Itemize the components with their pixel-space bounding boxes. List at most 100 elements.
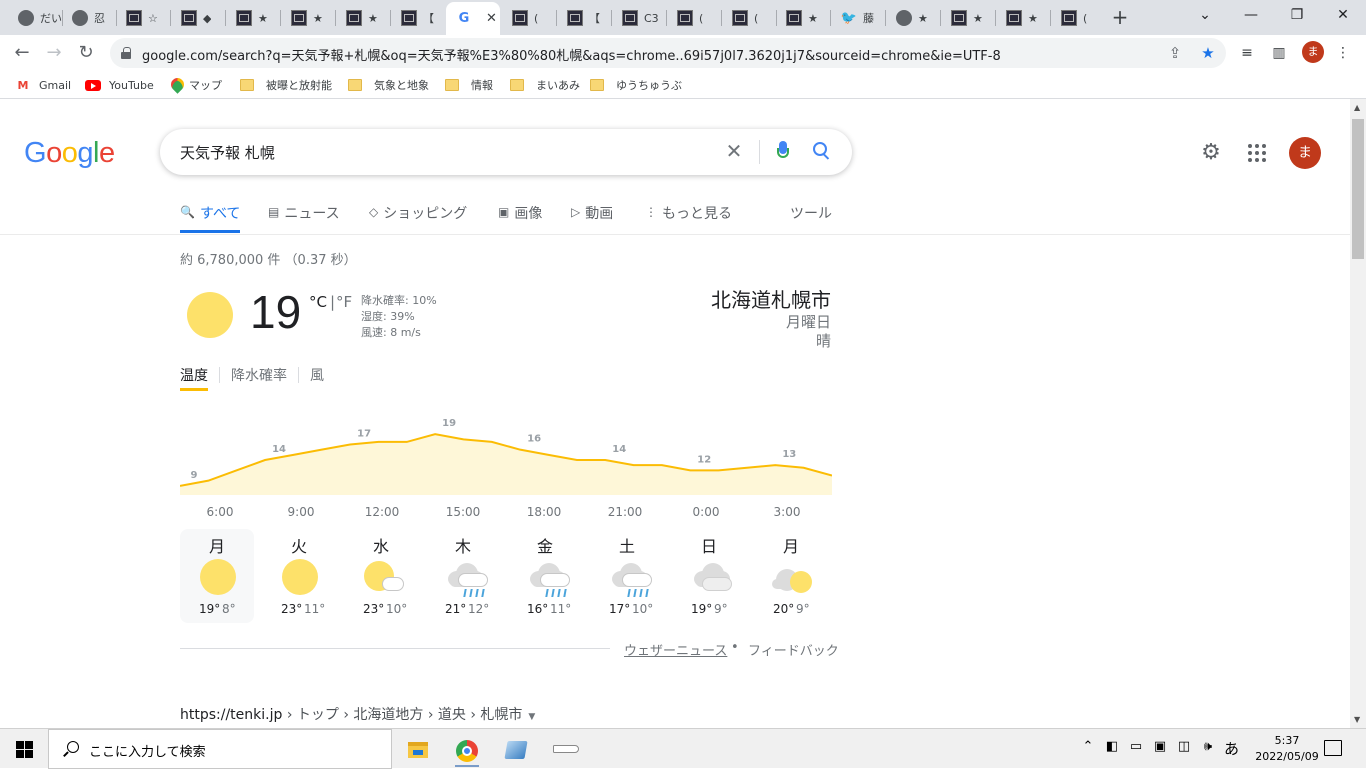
clock-date[interactable]: 2022/05/09 bbox=[1250, 750, 1324, 763]
feedback-link[interactable]: フィードバック bbox=[748, 640, 839, 659]
new-tab-button[interactable]: + bbox=[1108, 5, 1132, 29]
google-logo[interactable]: Google bbox=[24, 137, 115, 170]
chevron-up-icon[interactable]: ⌃ bbox=[1078, 739, 1098, 754]
bookmark-star-icon[interactable]: ★ bbox=[1198, 43, 1218, 63]
daily-forecast-item[interactable]: 土 17° 10° bbox=[590, 529, 664, 623]
tab-tag[interactable]: ◇ ショッピング bbox=[369, 203, 467, 233]
scrollbar[interactable]: ▲ ▼ bbox=[1350, 99, 1366, 728]
gear-icon[interactable]: ⚙ bbox=[1200, 142, 1222, 164]
ime-indicator[interactable]: あ bbox=[1224, 738, 1239, 759]
url-text[interactable]: google.com/search?q=天気予報+札幌&oq=天気予報%E3%8… bbox=[142, 45, 1162, 64]
close-tab-icon[interactable]: ✕ bbox=[486, 11, 497, 26]
browser-tab[interactable]: 🐦 藤 bbox=[831, 4, 885, 32]
browser-tab[interactable]: ★ bbox=[281, 4, 335, 32]
tab-more[interactable]: ⋮ もっと見る bbox=[645, 203, 732, 233]
minimize-button[interactable]: — bbox=[1228, 0, 1274, 30]
chrome-taskbar-button[interactable] bbox=[447, 733, 487, 767]
clear-icon[interactable]: ✕ bbox=[722, 139, 746, 163]
daily-forecast-item[interactable]: 火 23° 11° bbox=[262, 529, 336, 623]
scrollbar-thumb[interactable] bbox=[1352, 119, 1364, 259]
tab-news[interactable]: ▤ ニュース bbox=[268, 203, 340, 233]
browser-tab[interactable]: ( bbox=[722, 4, 776, 32]
lock-icon[interactable] bbox=[121, 47, 131, 59]
browser-tab[interactable]: ★ bbox=[941, 4, 995, 32]
daily-forecast-item[interactable]: 月 20° 9° bbox=[754, 529, 828, 623]
tools-link[interactable]: ツール bbox=[790, 203, 832, 223]
caret-down-icon[interactable]: ▼ bbox=[528, 712, 535, 722]
browser-tab[interactable]: ( bbox=[502, 4, 556, 32]
daily-forecast-item[interactable]: 月 19° 8° bbox=[180, 529, 254, 623]
browser-tab[interactable]: ★ bbox=[886, 4, 940, 32]
meet-icon[interactable]: ◧ bbox=[1102, 739, 1122, 754]
volume-icon[interactable]: 🕪 bbox=[1198, 739, 1218, 754]
scroll-up-icon[interactable]: ▲ bbox=[1354, 103, 1360, 112]
taskbar-search[interactable]: ここに入力して検索 bbox=[48, 729, 392, 769]
daily-forecast-item[interactable]: 水 23° 10° bbox=[344, 529, 418, 623]
browser-tab[interactable]: C3 bbox=[612, 4, 666, 32]
profile-avatar-small[interactable]: ま bbox=[1302, 41, 1324, 63]
unit-celsius-button[interactable]: °C bbox=[309, 293, 327, 311]
browser-tab[interactable]: ★ bbox=[336, 4, 390, 32]
browser-tab[interactable]: ★ bbox=[226, 4, 280, 32]
bookmark-maps[interactable]: マップ bbox=[171, 77, 222, 93]
browser-tab[interactable]: ☆ bbox=[116, 4, 170, 32]
tab-search[interactable]: 🔍 すべて bbox=[180, 203, 241, 233]
mic-icon[interactable] bbox=[777, 141, 789, 163]
forward-button[interactable]: → bbox=[40, 39, 68, 67]
weather-news-link[interactable]: ウェザーニュース bbox=[624, 640, 727, 659]
result-site[interactable]: https://tenki.jp bbox=[180, 707, 282, 723]
notification-icon[interactable] bbox=[1324, 740, 1342, 756]
taskbar-search-placeholder[interactable]: ここに入力して検索 bbox=[89, 741, 206, 760]
reading-list-icon[interactable]: ≡ bbox=[1237, 43, 1257, 63]
scroll-down-icon[interactable]: ▼ bbox=[1354, 715, 1360, 724]
browser-tab[interactable]: ( bbox=[1051, 4, 1105, 32]
browser-tab[interactable]: ★ bbox=[996, 4, 1050, 32]
bookmark-folder[interactable]: 気象と地象 bbox=[348, 77, 429, 93]
browser-tab[interactable]: だい bbox=[8, 4, 62, 32]
search-input[interactable]: 天気予報 札幌 bbox=[180, 142, 275, 163]
browser-tab[interactable]: 【 bbox=[557, 4, 611, 32]
side-panel-icon[interactable]: ▥ bbox=[1269, 43, 1289, 63]
browser-tab[interactable]: G ✕ bbox=[446, 2, 500, 35]
browser-tab[interactable]: 忍 bbox=[62, 4, 116, 32]
tab-wind[interactable]: 風 bbox=[310, 365, 324, 391]
clock-time[interactable]: 5:37 bbox=[1250, 734, 1324, 747]
file-explorer-button[interactable] bbox=[398, 733, 438, 767]
bookmark-folder[interactable]: 情報 bbox=[445, 77, 493, 93]
bookmark-folder[interactable]: 被曝と放射能 bbox=[240, 77, 332, 93]
unit-fahrenheit-button[interactable]: °F bbox=[336, 293, 352, 311]
tab-video[interactable]: ▷ 動画 bbox=[571, 203, 613, 233]
menu-kebab-icon[interactable]: ⋮ bbox=[1333, 43, 1353, 63]
battery-icon[interactable]: ▭ bbox=[1126, 739, 1146, 754]
location-name[interactable]: 北海道札幌市 bbox=[711, 284, 831, 313]
app-book-button[interactable] bbox=[496, 733, 536, 767]
tab-precipitation[interactable]: 降水確率 bbox=[231, 365, 287, 391]
browser-tab[interactable]: ( bbox=[667, 4, 721, 32]
browser-tab[interactable]: 【 bbox=[391, 4, 445, 32]
browser-tab[interactable]: ★ bbox=[776, 4, 830, 32]
app-plane-button[interactable] bbox=[545, 733, 585, 767]
back-button[interactable]: ← bbox=[8, 39, 36, 67]
bookmark-gmail[interactable]: M Gmail bbox=[15, 77, 72, 93]
chevron-down-icon[interactable]: ⌄ bbox=[1182, 0, 1228, 30]
result-cite[interactable]: https://tenki.jp › トップ › 北海道地方 › 道央 › 札幌… bbox=[180, 704, 535, 724]
network-icon[interactable]: ▣ bbox=[1150, 739, 1170, 754]
daily-forecast-item[interactable]: 木 21° 12° bbox=[426, 529, 500, 623]
daily-forecast-item[interactable]: 日 19° 9° bbox=[672, 529, 746, 623]
close-window-button[interactable]: ✕ bbox=[1320, 0, 1366, 30]
tab-temperature[interactable]: 温度 bbox=[180, 365, 208, 391]
apps-grid-icon[interactable] bbox=[1248, 144, 1266, 162]
windows-start-icon[interactable] bbox=[16, 741, 33, 758]
browser-tab[interactable]: ◆ bbox=[171, 4, 225, 32]
tab-image[interactable]: ▣ 画像 bbox=[498, 203, 542, 233]
search-icon[interactable] bbox=[813, 142, 833, 162]
bookmark-youtube[interactable]: YouTube bbox=[85, 77, 154, 93]
reload-button[interactable]: ↻ bbox=[72, 39, 100, 67]
restore-button[interactable]: ❐ bbox=[1274, 0, 1320, 30]
address-bar[interactable]: google.com/search?q=天気予報+札幌&oq=天気予報%E3%8… bbox=[110, 38, 1226, 68]
search-box[interactable]: 天気予報 札幌 ✕ bbox=[160, 129, 852, 175]
daily-forecast-item[interactable]: 金 16° 11° bbox=[508, 529, 582, 623]
display-icon[interactable]: ◫ bbox=[1174, 739, 1194, 754]
share-icon[interactable]: ⇪ bbox=[1165, 43, 1185, 63]
avatar[interactable]: ま bbox=[1289, 137, 1321, 169]
